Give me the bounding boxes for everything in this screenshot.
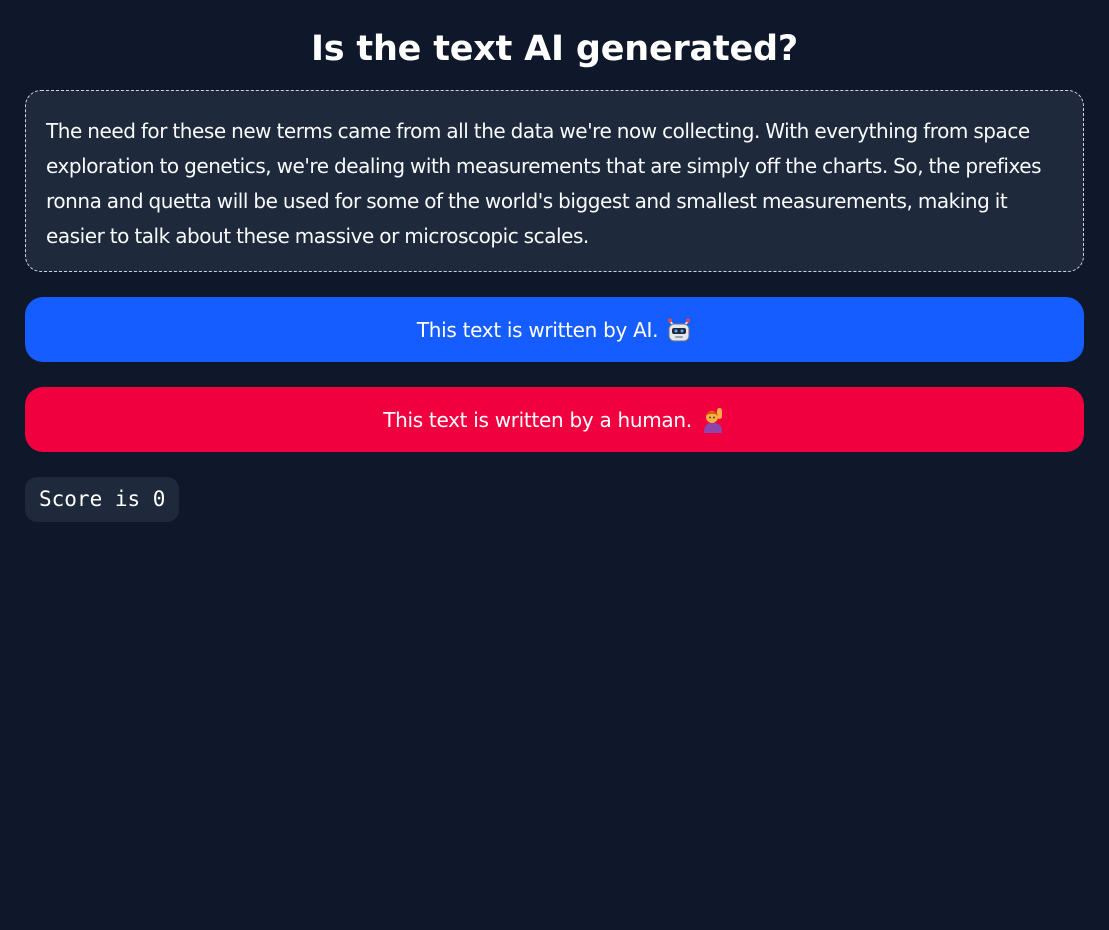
passage-box: The need for these new terms came from a… (25, 90, 1084, 272)
score-display: Score is 0 (25, 477, 180, 522)
human-answer-label: This text is written by a human. (383, 407, 692, 432)
passage-text: The need for these new terms came from a… (46, 119, 1042, 248)
page-title: Is the text AI generated? (310, 29, 799, 69)
ai-answer-label: This text is written by AI. (416, 317, 659, 342)
human-answer-button[interactable]: This text is written by a human. (25, 387, 1084, 452)
robot-icon (668, 318, 691, 341)
person-raising-hand-icon (703, 407, 722, 433)
ai-answer-button[interactable]: This text is written by AI. (25, 297, 1084, 362)
page: Is the text AI generated? The need for t… (0, 0, 1109, 930)
